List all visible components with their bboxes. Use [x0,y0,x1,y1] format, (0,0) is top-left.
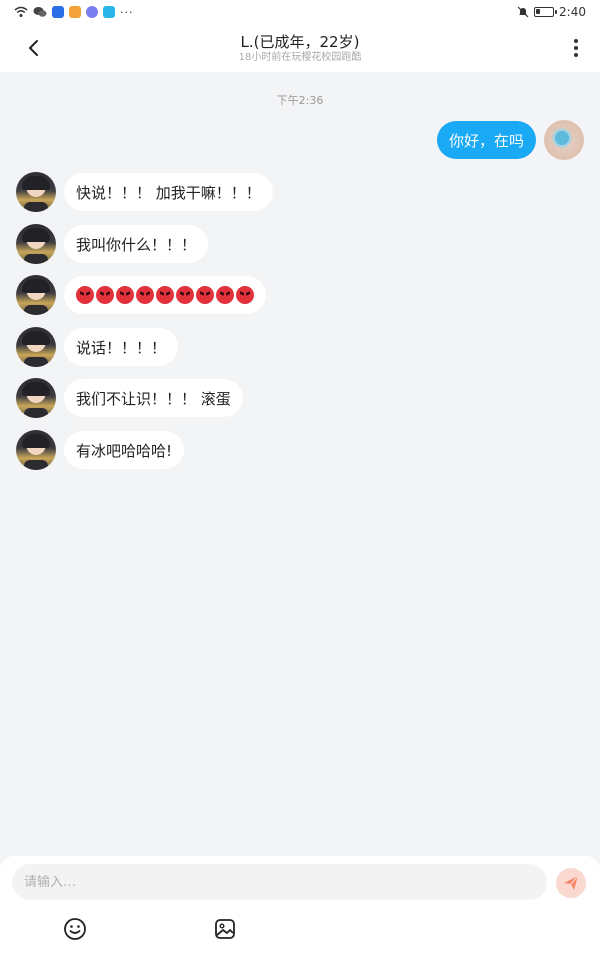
chevron-left-icon [29,40,38,56]
wifi-icon [14,6,28,17]
message-bubble-other[interactable]: 我们不让识！！！ 滚蛋 [64,379,243,417]
angry-face-icon [216,286,234,304]
message-bubble-emoji[interactable] [64,276,266,314]
status-bar: ··· 2:40 [0,0,600,24]
message-row-other [0,275,600,315]
status-icons-right: 2:40 [517,5,586,19]
message-bubble-me[interactable]: 你好，在吗 [436,121,536,159]
page-title: L.(已成年，22岁) [240,33,360,51]
image-icon [215,919,235,939]
more-icon: ··· [120,5,134,19]
send-icon [564,875,579,890]
smiley-icon [64,918,86,940]
angry-emoji-group [76,286,254,304]
message-bubble-other[interactable]: 快说！！！ 加我干嘛！！！ [64,173,273,211]
status-icons-left: ··· [14,6,134,19]
message-bubble-other[interactable]: 说话！！！！ [64,328,179,366]
chat-header: L.(已成年，22岁) 18小时前在玩樱花校园跑酷 [0,24,600,72]
message-bubble-other[interactable]: 我叫你什么！！！ [64,225,209,263]
emoji-button[interactable] [62,916,88,942]
contact-avatar[interactable] [16,430,56,470]
app-search-icon [103,6,115,18]
title-block: L.(已成年，22岁) 18小时前在玩樱花校园跑酷 [239,32,362,64]
app-blue-icon [52,6,64,18]
angry-face-icon [116,286,134,304]
message-input[interactable] [12,864,547,900]
angry-face-icon [176,286,194,304]
angry-face-icon [76,286,94,304]
more-vertical-icon [574,39,578,43]
message-bubble-other[interactable]: 有冰吧哈哈哈! [64,431,185,469]
angry-face-icon [196,286,214,304]
battery-icon [534,7,558,17]
chat-area[interactable]: 下午2:36 你好，在吗 快说！！！ 加我干嘛！！！ 我叫你什么！！！ 说话！！… [0,72,600,856]
wechat-icon [33,7,47,17]
message-row-me: 你好，在吗 [0,120,600,160]
message-row-other: 有冰吧哈哈哈! [0,430,600,470]
app-purple-icon [86,6,98,18]
message-timestamp: 下午2:36 [276,94,324,107]
back-button[interactable] [22,36,46,60]
contact-avatar[interactable] [16,172,56,212]
app-orange-icon [69,6,81,18]
mute-icon [517,6,529,18]
contact-avatar[interactable] [16,275,56,315]
contact-avatar[interactable] [16,327,56,367]
input-bar [0,856,600,960]
contact-avatar[interactable] [16,378,56,418]
contact-avatar[interactable] [16,224,56,264]
send-button[interactable] [556,868,586,898]
page-subtitle: 18小时前在玩樱花校园跑酷 [238,52,362,63]
angry-face-icon [156,286,174,304]
angry-face-icon [236,286,254,304]
message-row-other: 我们不让识！！！ 滚蛋 [0,378,600,418]
status-time: 2:40 [559,5,586,19]
my-avatar[interactable] [544,120,584,160]
message-row-other: 我叫你什么！！！ [0,224,600,264]
battery-level [536,9,541,14]
more-options-button[interactable] [566,36,586,60]
message-row-other: 说话！！！！ [0,327,600,367]
message-row-other: 快说！！！ 加我干嘛！！！ [0,172,600,212]
angry-face-icon [136,286,154,304]
angry-face-icon [96,286,114,304]
image-button[interactable] [212,916,238,942]
